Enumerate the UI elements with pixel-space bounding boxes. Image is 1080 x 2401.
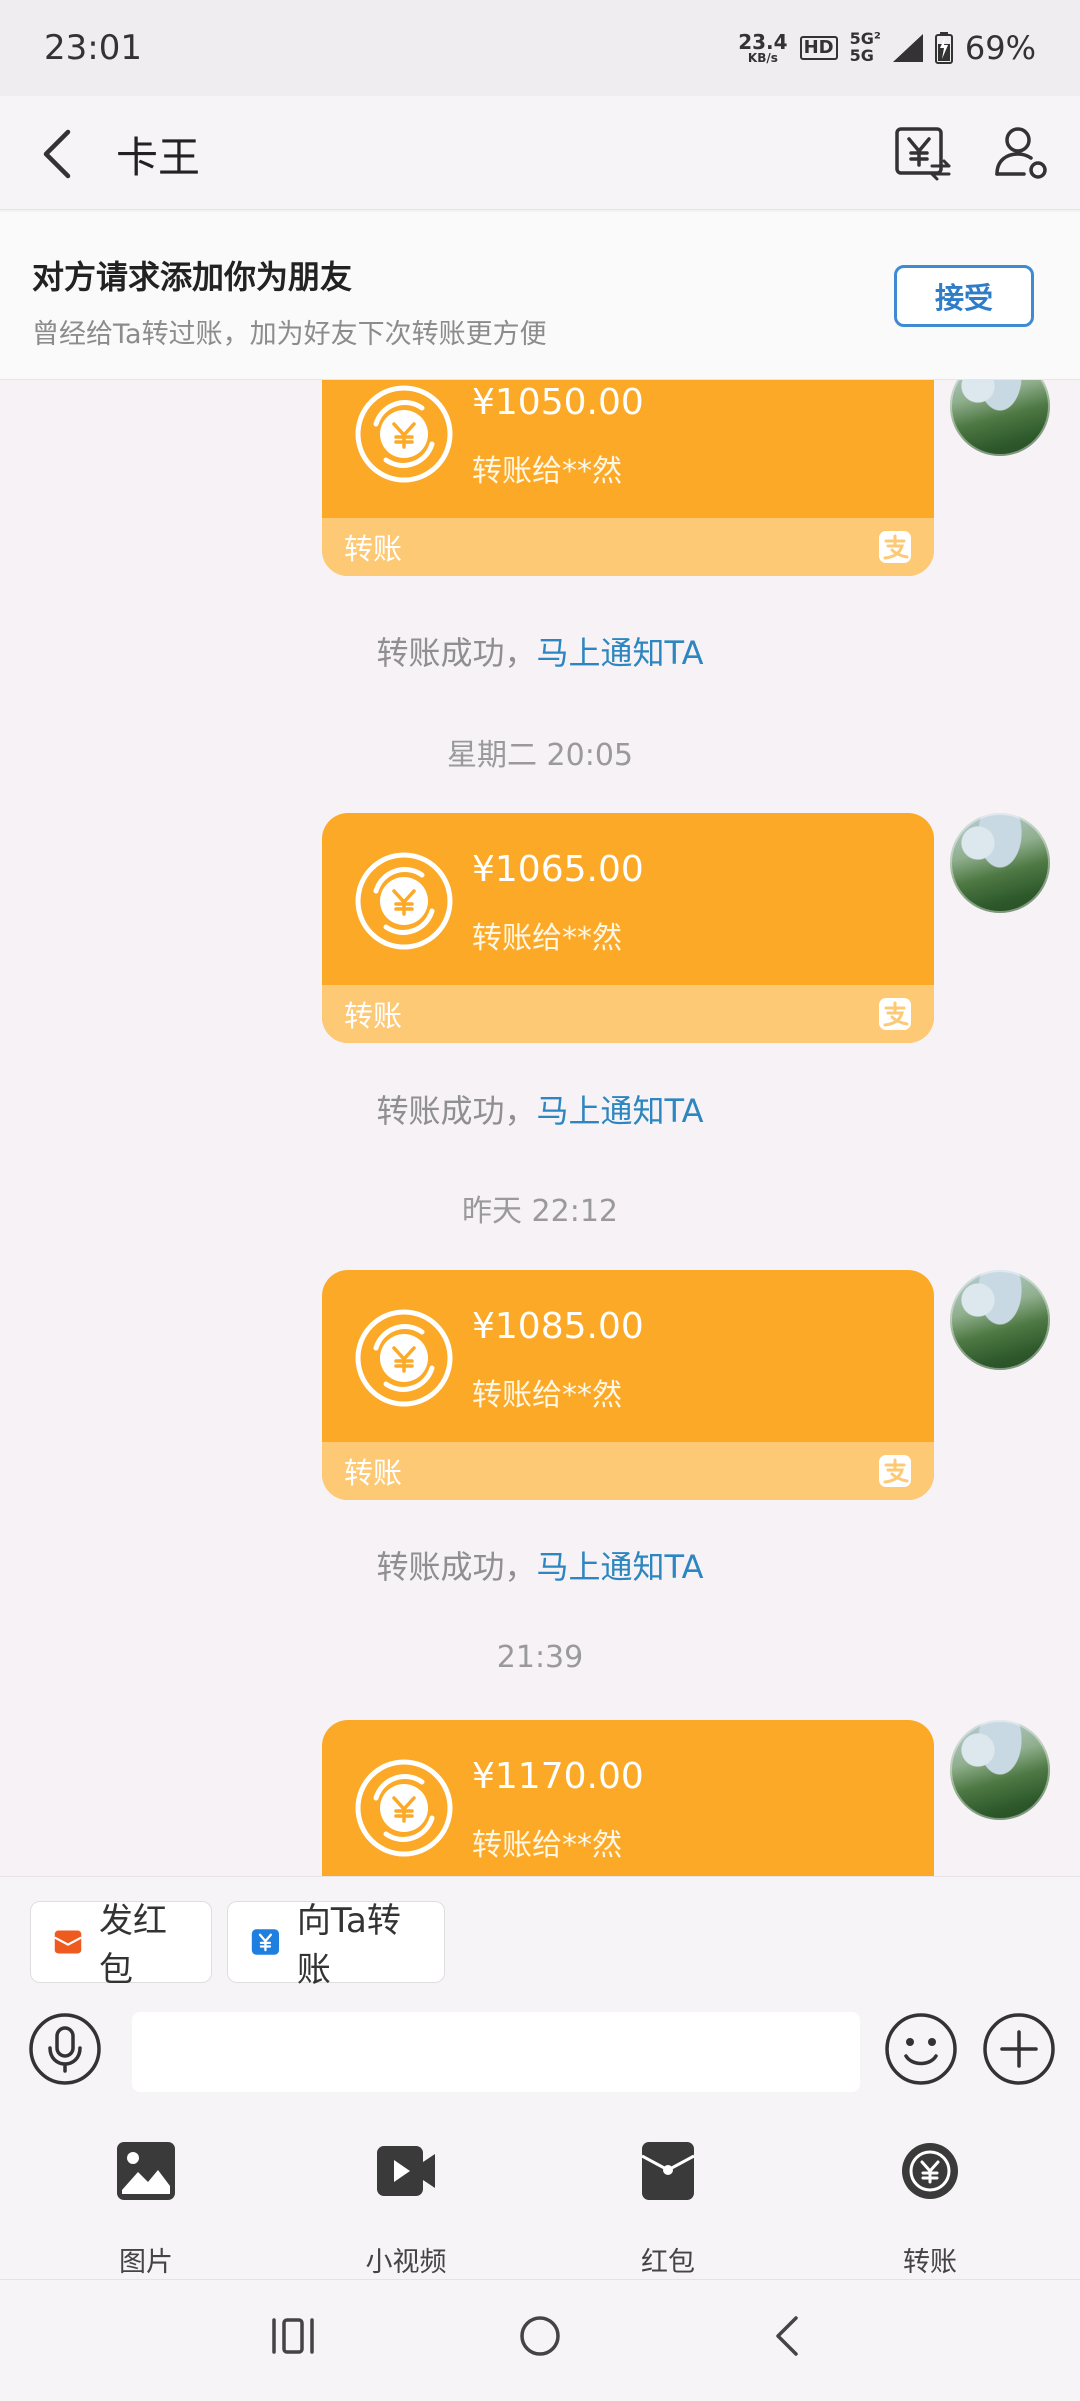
net-speed-unit: KB/s — [747, 51, 778, 65]
accept-button[interactable]: 接受 — [894, 265, 1034, 327]
time-separator: 21:39 — [496, 1640, 584, 1675]
back-icon[interactable] — [38, 126, 78, 182]
transfer-card-icon — [355, 1309, 453, 1407]
system-navigation-bar — [0, 2280, 1080, 2401]
time-separator: 星期二 20:05 — [447, 738, 633, 773]
alipay-icon — [879, 998, 911, 1030]
tool-label: 红包 — [641, 2247, 695, 2278]
status-time: 23:01 — [44, 28, 142, 68]
net-speed-value: 23.4 — [738, 30, 788, 54]
avatar[interactable] — [950, 1720, 1050, 1820]
tool-image[interactable]: 图片 — [56, 2140, 236, 2278]
transfer-recipient: 转账给**然 — [472, 1828, 622, 1863]
tools-row: 图片 小视频 红包 转账 — [0, 2120, 1080, 2280]
transfer-card-footer: 转账 — [322, 1442, 934, 1500]
chat-header: 卡王 — [0, 96, 1080, 210]
battery-icon — [934, 32, 953, 64]
transfer-card[interactable]: ¥1050.00 转账给**然 转账 — [322, 380, 934, 576]
back-nav-icon[interactable] — [770, 2314, 804, 2358]
transfer-amount: ¥1065.00 — [472, 849, 644, 890]
time-separator: 昨天 22:12 — [462, 1194, 618, 1229]
transfer-to-ta-button[interactable]: 向Ta转账 — [227, 1901, 445, 1990]
red-envelope-icon — [641, 2142, 695, 2200]
avatar[interactable] — [950, 1270, 1050, 1370]
transfer-recipient: 转账给**然 — [472, 921, 622, 956]
friend-request-subtitle: 曾经给Ta转过账，加为好友下次转账更方便 — [32, 319, 547, 350]
transfer-label: 转账 — [344, 999, 403, 1033]
recent-apps-icon[interactable] — [270, 2316, 316, 2356]
transfer-label: 转账 — [344, 1456, 403, 1490]
notify-link[interactable]: 马上通知TA — [537, 634, 704, 672]
tool-transfer[interactable]: 转账 — [840, 2140, 1020, 2278]
friend-request-title: 对方请求添加你为朋友 — [32, 258, 353, 296]
success-text: 转账成功， — [376, 1092, 537, 1130]
plus-icon[interactable] — [982, 2012, 1056, 2086]
home-icon[interactable] — [518, 2314, 562, 2358]
alipay-icon — [879, 1455, 911, 1487]
image-icon — [117, 2142, 175, 2200]
quick-actions-bar: 发红包 向Ta转账 — [0, 1876, 1080, 1990]
chat-title: 卡王 — [116, 133, 201, 182]
battery-percent: 69% — [964, 29, 1036, 67]
transfer-success-message: 转账成功，马上通知TA — [0, 1086, 1080, 1132]
microphone-icon[interactable] — [28, 2012, 102, 2086]
transfer-amount: ¥1085.00 — [472, 1306, 644, 1347]
transfer-label: 转账 — [344, 532, 403, 566]
status-indicators: 23.4 KB/s HD 5G² 5G 69% — [738, 29, 1036, 67]
transfer-card-footer: 转账 — [322, 518, 934, 576]
transfer-card-icon — [355, 852, 453, 950]
message-input-row — [0, 1986, 1080, 2120]
network-type: 5G² 5G — [849, 30, 881, 65]
tool-label: 图片 — [119, 2247, 173, 2278]
notify-link[interactable]: 马上通知TA — [537, 1548, 704, 1586]
success-text: 转账成功， — [376, 1548, 537, 1586]
send-red-envelope-button[interactable]: 发红包 — [30, 1901, 212, 1990]
transfer-card-footer: 转账 — [322, 985, 934, 1043]
video-icon — [377, 2146, 435, 2196]
status-bar: 23:01 23.4 KB/s HD 5G² 5G 69% — [0, 0, 1080, 96]
avatar[interactable] — [950, 380, 1050, 456]
transfer-success-message: 转账成功，马上通知TA — [0, 628, 1080, 674]
transfer-card[interactable]: ¥1065.00 转账给**然 转账 — [322, 813, 934, 1043]
chat-messages[interactable]: ¥1050.00 转账给**然 转账 转账成功，马上通知TA 星期二 20:05… — [0, 380, 1080, 1876]
yuan-transfer-icon — [251, 1929, 280, 1955]
red-envelope-icon — [54, 1930, 82, 1954]
transfer-amount: ¥1050.00 — [472, 382, 644, 423]
avatar[interactable] — [950, 813, 1050, 913]
success-text: 转账成功， — [376, 634, 537, 672]
alipay-icon — [879, 531, 911, 563]
profile-settings-icon[interactable] — [994, 124, 1050, 182]
tool-red-envelope[interactable]: 红包 — [578, 2140, 758, 2278]
tool-video[interactable]: 小视频 — [316, 2140, 496, 2278]
tool-label: 小视频 — [365, 2247, 447, 2278]
transfer-success-message: 转账成功，马上通知TA — [0, 1542, 1080, 1588]
message-input[interactable] — [132, 2012, 860, 2092]
transfer-icon — [902, 2143, 958, 2199]
notify-link[interactable]: 马上通知TA — [537, 1092, 704, 1130]
tool-label: 转账 — [903, 2247, 957, 2278]
transfer-card-icon — [355, 1759, 453, 1857]
quick-action-label: 发红包 — [99, 1901, 167, 1990]
emoji-icon[interactable] — [884, 2012, 958, 2086]
transfer-card[interactable]: ¥1085.00 转账给**然 转账 — [322, 1270, 934, 1500]
network-speed: 23.4 KB/s — [738, 32, 787, 64]
transfer-card[interactable]: ¥1170.00 转账给**然 转账 — [322, 1720, 934, 1876]
friend-request-banner: 对方请求添加你为朋友 曾经给Ta转过账，加为好友下次转账更方便 接受 — [0, 212, 1080, 380]
transfer-icon[interactable] — [894, 124, 952, 182]
quick-action-label: 向Ta转账 — [296, 1901, 401, 1990]
hd-voice-icon: HD — [799, 36, 838, 60]
transfer-amount: ¥1170.00 — [472, 1756, 644, 1797]
transfer-card-icon — [355, 385, 453, 483]
sim2-network: 5G — [849, 46, 874, 65]
signal-icon — [892, 34, 923, 62]
transfer-recipient: 转账给**然 — [472, 454, 622, 489]
transfer-recipient: 转账给**然 — [472, 1378, 622, 1413]
